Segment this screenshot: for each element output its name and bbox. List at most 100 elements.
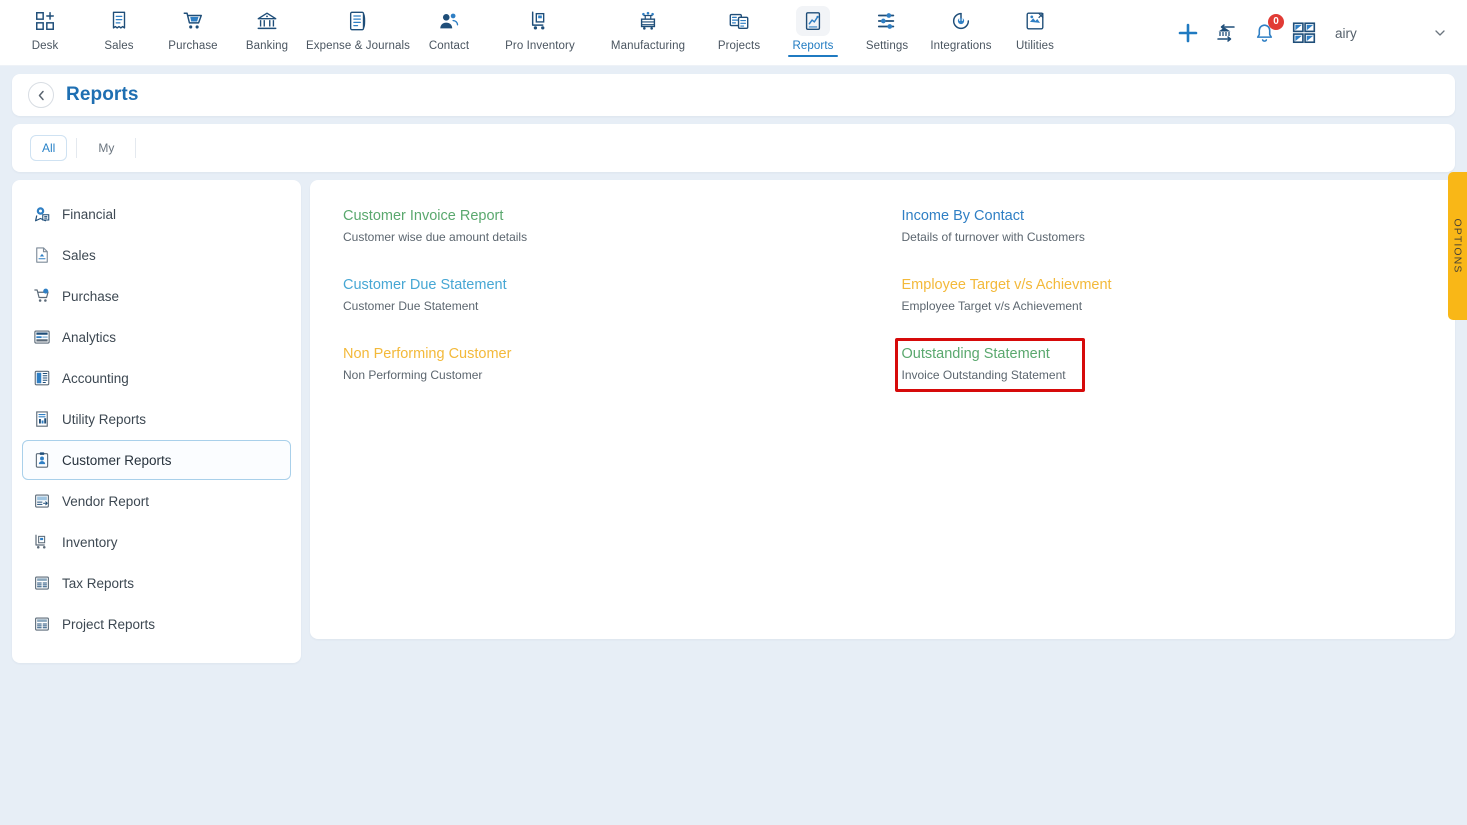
tax-report-icon [33,574,51,592]
nav-item-contact[interactable]: Contact [412,0,486,52]
nav-item-label: Integrations [930,40,992,52]
top-nav-right-actions: 0 airy [1176,0,1453,66]
nav-item-purchase[interactable]: Purchase [156,0,230,52]
nav-item-integrations[interactable]: Integrations [924,0,998,52]
report-item-outstanding-statement[interactable]: Outstanding Statement Invoice Outstanding… [894,338,1085,392]
sidebar-item-label: Accounting [62,370,129,386]
nav-item-projects[interactable]: Projects [702,0,776,52]
sidebar-item-purchase[interactable]: Purchase [22,276,291,316]
nav-item-reports[interactable]: Reports [776,0,850,57]
nav-item-manufacturing[interactable]: Manufacturing [594,0,702,52]
report-title: Non Performing Customer [343,346,512,362]
report-category-sidebar: Financial Sales Purchase Analytics Accountin… [12,180,301,663]
sidebar-item-label: Sales [62,247,96,263]
report-item-income-by-contact[interactable]: Income By Contact Details of turnover wit… [895,200,1094,254]
filter-tab-my[interactable]: My [86,135,126,161]
sidebar-item-vendor-report[interactable]: Vendor Report [22,481,291,521]
inventory-icon [33,533,51,551]
sidebar-item-project-reports[interactable]: Project Reports [22,604,291,644]
sidebar-item-financial[interactable]: Financial [22,194,291,234]
contacts-icon [432,6,466,36]
sidebar-item-label: Project Reports [62,616,156,632]
bank-icon [250,6,284,36]
top-navigation-bar: Desk Sales Purchase Banking Expense & Journa… [0,0,1467,66]
utilities-icon [1018,6,1052,36]
page-title: Reports [66,84,139,105]
page-header: Reports [12,74,1455,116]
nav-item-expense-journals[interactable]: Expense & Journals [304,0,412,52]
sidebar-item-label: Tax Reports [62,575,135,591]
vendor-report-icon [33,492,51,510]
dashboard-icon [28,6,62,36]
nav-item-label: Contact [428,40,470,52]
sidebar-item-utility-reports[interactable]: Utility Reports [22,399,291,439]
nav-item-utilities[interactable]: Utilities [998,0,1072,52]
nav-item-label: Projects [717,40,761,52]
project-report-icon [33,615,51,633]
report-description: Customer wise due amount details [343,230,528,244]
sidebar-item-inventory[interactable]: Inventory [22,522,291,562]
apps-grid-icon[interactable] [1291,20,1317,46]
sidebar-item-label: Financial [62,206,117,222]
customer-report-icon [33,451,51,469]
sidebar-item-label: Analytics [62,329,117,345]
manufacturing-icon [631,6,665,36]
sidebar-item-tax-reports[interactable]: Tax Reports [22,563,291,603]
utility-report-icon [33,410,51,428]
nav-item-desk[interactable]: Desk [8,0,82,52]
report-description: Details of turnover with Customers [901,230,1085,244]
report-description: Employee Target v/s Achievement [901,299,1083,313]
filter-divider [135,138,137,158]
nav-item-label: Banking [245,40,289,52]
nav-item-settings[interactable]: Settings [850,0,924,52]
report-item-customer-due-statement[interactable]: Customer Due Statement Customer Due State… [336,269,526,323]
hand-truck-icon [523,6,557,36]
report-item-customer-invoice-report[interactable]: Customer Invoice Report Customer wise due… [336,200,536,254]
sidebar-item-analytics[interactable]: Analytics [22,317,291,357]
report-title: Income By Contact [901,208,1025,224]
sliders-icon [870,6,904,36]
sidebar-item-customer-reports[interactable]: Customer Reports [22,440,291,480]
sidebar-item-accounting[interactable]: Accounting [22,358,291,398]
nav-item-label: Purchase [168,40,218,52]
plug-icon [944,6,978,36]
receipt-icon [102,6,136,36]
report-description: Invoice Outstanding Statement [901,368,1066,382]
report-title: Customer Invoice Report [343,208,504,224]
sidebar-item-label: Utility Reports [62,411,147,427]
report-list-panel: Customer Invoice Report Customer wise due… [310,180,1455,639]
projects-icon [722,6,756,36]
sidebar-item-label: Vendor Report [62,493,150,509]
nav-item-label: Settings [865,40,909,52]
sidebar-item-sales[interactable]: Sales [22,235,291,275]
report-title: Employee Target v/s Achievment [901,277,1112,293]
report-item-non-performing-customer[interactable]: Non Performing Customer Non Performing Cu… [336,338,526,392]
cart-icon [176,6,210,36]
report-description: Customer Due Statement [343,299,479,313]
filter-tab-all[interactable]: All [30,135,68,161]
report-title: Outstanding Statement [901,346,1050,362]
options-side-tab[interactable]: OPTIONS [1448,172,1467,320]
analytics-icon [33,328,51,346]
nav-item-banking[interactable]: Banking [230,0,304,52]
nav-item-sales[interactable]: Sales [82,0,156,52]
accounting-icon [33,369,51,387]
filter-tab-bar: All My [12,124,1455,172]
report-column-left: Customer Invoice Report Customer wise due… [336,200,871,407]
nav-item-pro-inventory[interactable]: Pro Inventory [486,0,594,52]
nav-item-label: Desk [31,40,59,52]
sidebar-item-label: Inventory [62,534,118,550]
back-chevron-icon[interactable] [28,82,54,108]
purchase-cart-icon [33,287,51,305]
chevron-down-icon[interactable] [1427,20,1453,46]
add-icon[interactable] [1176,21,1200,45]
financial-icon [33,205,51,223]
company-name-label: airy [1335,25,1357,41]
report-item-employee-target-v-s-achievment[interactable]: Employee Target v/s Achievment Employee T… [895,269,1121,323]
nav-item-label: Sales [104,40,134,52]
nav-item-label: Reports [792,40,834,52]
bank-transfer-icon[interactable] [1214,21,1238,45]
nav-item-label: Expense & Journals [305,40,411,52]
content-body: Financial Sales Purchase Analytics Accountin… [12,180,1455,663]
notifications-bell-icon[interactable]: 0 [1252,13,1284,46]
